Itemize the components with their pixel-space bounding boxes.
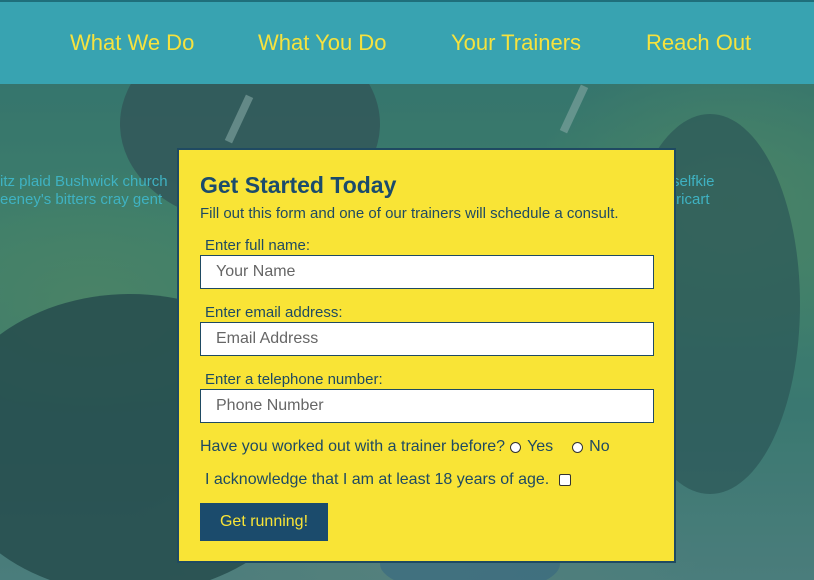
phone-input[interactable] [200,389,654,423]
trainer-question-row: Have you worked out with a trainer befor… [200,438,624,456]
nav-link-what-you-do[interactable]: What You Do [258,30,386,56]
trainer-question-label: Have you worked out with a trainer befor… [200,438,506,455]
background-text-right-line1: selfkie [672,173,715,190]
background-text-right-line2: tricart [672,191,710,208]
name-label: Enter full name: [205,237,311,254]
age-acknowledge-row: I acknowledge that I am at least 18 year… [205,471,572,489]
form-subtitle: Fill out this form and one of our traine… [200,205,619,222]
nav-link-what-we-do[interactable]: What We Do [70,30,194,56]
trainer-no-label: No [589,438,610,455]
nav-link-reach-out[interactable]: Reach Out [646,30,751,56]
get-started-form: Get Started Today Fill out this form and… [177,148,676,563]
form-title: Get Started Today [200,172,397,198]
trainer-no-radio[interactable] [572,441,584,453]
top-navigation: What We Do What You Do Your Trainers Rea… [0,0,814,84]
email-input[interactable] [200,322,654,356]
background-text-left-line1: itz plaid Bushwick church [0,173,168,190]
age-acknowledge-checkbox[interactable] [559,474,572,486]
nav-link-your-trainers[interactable]: Your Trainers [451,30,581,56]
page: itz plaid Bushwick church eeney's bitter… [0,0,814,580]
age-acknowledge-label: I acknowledge that I am at least 18 year… [205,471,550,488]
get-running-button[interactable]: Get running! [200,503,328,541]
trainer-yes-radio[interactable] [510,441,522,453]
phone-label: Enter a telephone number: [205,371,383,388]
trainer-yes-label: Yes [527,438,554,455]
background-text-left-line2: eeney's bitters cray gent [0,191,163,208]
name-input[interactable] [200,255,654,289]
email-label: Enter email address: [205,304,343,321]
